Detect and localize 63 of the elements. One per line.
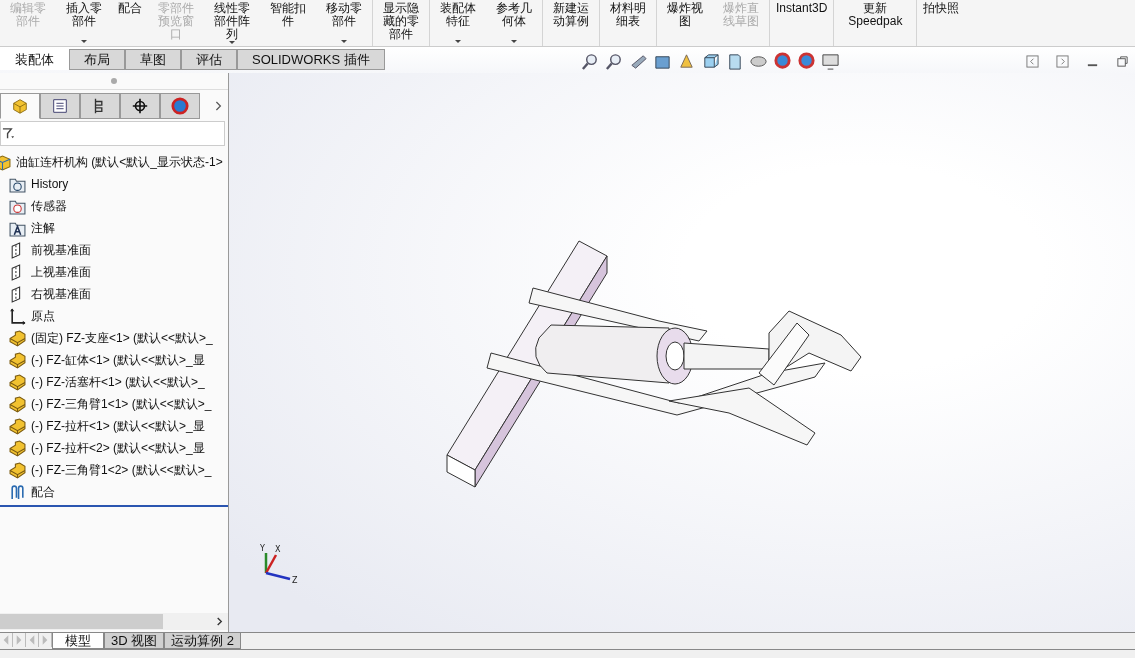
ribbon-button[interactable]: 爆炸视图 <box>657 0 713 46</box>
command-tab[interactable]: 评估 <box>181 49 237 70</box>
tree-item[interactable]: 右视基准面 <box>31 285 91 303</box>
property-manager-tab[interactable] <box>40 93 80 119</box>
part-icon <box>9 351 26 369</box>
document-tab[interactable]: 运动算例 2 <box>164 633 242 649</box>
filter-icon[interactable] <box>2 127 15 140</box>
ribbon-button[interactable]: 装配体特征 <box>430 0 486 46</box>
part-icon <box>9 417 26 435</box>
tree-item[interactable]: (-) FZ-缸体<1> (默认<<默认>_显 <box>31 351 205 369</box>
tile-right-icon[interactable] <box>1056 54 1069 68</box>
tree-item[interactable]: History <box>31 177 69 191</box>
restore-icon[interactable] <box>1116 54 1129 68</box>
chevron-right-icon[interactable] <box>214 100 222 112</box>
tree-item[interactable]: 原点 <box>31 307 55 325</box>
zoom-area-icon[interactable] <box>604 51 624 71</box>
ribbon-button[interactable]: 拍快照 <box>917 0 966 46</box>
tree-item[interactable]: 配合 <box>31 483 55 501</box>
dimxpert-tab[interactable] <box>120 93 160 119</box>
ribbon-button[interactable]: 智能扣件 <box>260 0 316 46</box>
tree-item[interactable]: (固定) FZ-支座<1> (默认<<默认>_ <box>31 329 213 347</box>
configuration-tab[interactable] <box>80 93 120 119</box>
axis-label: X <box>275 545 281 554</box>
feature-tree-tab[interactable] <box>0 93 40 119</box>
tree-item[interactable]: (-) FZ-拉杆<2> (默认<<默认>_显 <box>31 439 205 457</box>
part-icon <box>9 461 26 479</box>
tree-item[interactable]: 上视基准面 <box>31 263 91 281</box>
part-icon <box>9 329 26 347</box>
document-tab[interactable]: 3D 视图 <box>104 633 165 649</box>
display-manager-tab[interactable] <box>160 93 200 119</box>
origin-icon <box>9 307 26 325</box>
crosshair-icon <box>131 97 149 115</box>
zoom-fit-icon[interactable] <box>580 51 600 71</box>
tree-item[interactable]: 注解 <box>31 219 55 237</box>
apply-scene-icon[interactable] <box>796 51 816 71</box>
ribbon-button[interactable]: 插入零部件 <box>56 0 112 46</box>
cube-icon <box>11 97 29 115</box>
part-icon <box>9 439 26 457</box>
scrollbar-thumb[interactable] <box>0 614 163 629</box>
command-tab[interactable]: SOLIDWORKS 插件 <box>237 49 385 70</box>
tree-item[interactable]: 前视基准面 <box>31 241 91 259</box>
tree-item[interactable]: 传感器 <box>31 197 67 215</box>
command-tab[interactable]: 布局 <box>69 49 125 70</box>
scroll-right-icon[interactable] <box>215 617 224 626</box>
tree-item[interactable]: (-) FZ-三角臂1<2> (默认<<默认>_ <box>31 461 212 479</box>
paperclip-icon <box>9 483 26 501</box>
document-tab[interactable]: 模型 <box>52 633 104 649</box>
tree-item[interactable]: 油缸连杆机构 (默认<默认_显示状态-1> <box>16 153 223 171</box>
axis-label: Z <box>292 576 298 585</box>
list-icon <box>51 97 69 115</box>
command-tab[interactable]: 草图 <box>125 49 181 70</box>
tree-item[interactable]: (-) FZ-活塞杆<1> (默认<<默认>_ <box>31 373 205 391</box>
color-wheel-icon <box>171 97 189 115</box>
view-settings-icon[interactable] <box>820 51 840 71</box>
edit-appearance-icon[interactable] <box>772 51 792 71</box>
part-icon <box>9 395 26 413</box>
tile-left-icon[interactable] <box>1026 54 1039 68</box>
part-icon <box>9 373 26 391</box>
tree-item[interactable]: (-) FZ-拉杆<1> (默认<<默认>_显 <box>31 417 205 435</box>
ribbon-button[interactable]: 配合 <box>112 0 148 46</box>
tree-item[interactable]: (-) FZ-三角臂1<1> (默认<<默认>_ <box>31 395 212 413</box>
axis-label: Y <box>260 544 265 553</box>
splitter-handle[interactable] <box>111 78 117 84</box>
